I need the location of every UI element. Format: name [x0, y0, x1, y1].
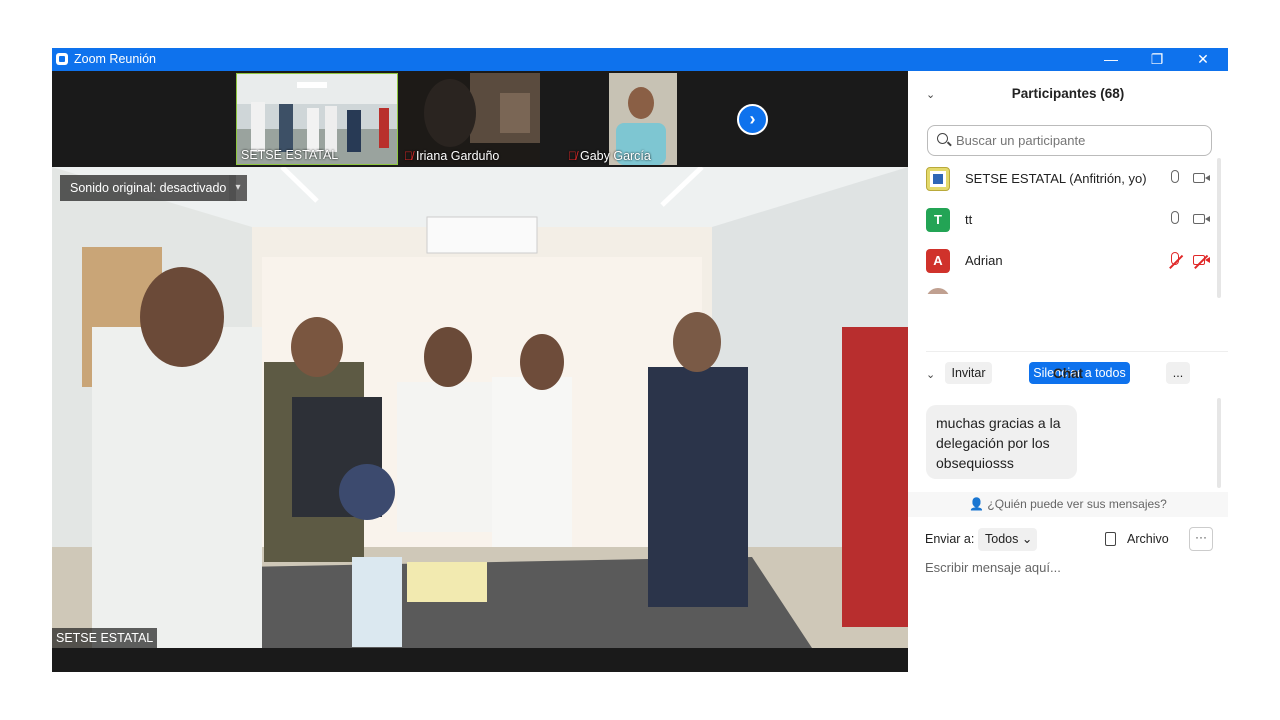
camera-icon[interactable]: [1193, 214, 1210, 224]
thumbnail-iriana[interactable]: 🎙̸ Iriana Garduño: [400, 73, 540, 165]
right-panel: ⌄ Participantes (68) SETSE ESTATAL (Anfi…: [908, 71, 1228, 672]
original-sound-badge[interactable]: Sonido original: desactivado: [60, 175, 237, 201]
participant-row[interactable]: T tt: [926, 203, 1216, 237]
muted-mic-icon: 🎙̸: [404, 149, 413, 163]
thumbnail-name: 🎙̸ Gaby García: [568, 149, 651, 163]
search-icon: [937, 133, 948, 144]
participant-row[interactable]: A Adrian: [926, 244, 1216, 278]
main-video: Sonido original: desactivado ▾ SETSE EST…: [52, 167, 908, 648]
thumbnail-strip: SETSE ESTATAL 🎙̸ Iriana Garduño 🎙̸ Gaby …: [52, 71, 908, 167]
thumbnail-gaby[interactable]: 🎙̸ Gaby García: [564, 73, 724, 165]
participant-name: Adrian: [965, 253, 1003, 268]
avatar: [926, 288, 950, 294]
avatar: [926, 167, 950, 191]
mic-icon[interactable]: [1171, 170, 1179, 183]
mic-icon[interactable]: [1171, 211, 1179, 224]
restore-button[interactable]: ❐: [1134, 48, 1180, 71]
chat-message-input[interactable]: Escribir mensaje aquí...: [925, 560, 1061, 575]
thumbnail-setse[interactable]: SETSE ESTATAL: [236, 73, 398, 165]
participant-name: tt: [965, 212, 973, 227]
participant-search[interactable]: [927, 125, 1212, 156]
send-to-dropdown[interactable]: Todos ⌄: [978, 528, 1037, 551]
main-video-feed: [52, 167, 908, 648]
camera-icon[interactable]: [1193, 173, 1210, 183]
file-button-label[interactable]: Archivo: [1127, 532, 1169, 546]
divider: [926, 351, 1228, 352]
next-page-button[interactable]: ›: [737, 104, 768, 135]
chat-more-button[interactable]: ···: [1189, 527, 1213, 551]
chevron-down-icon: ⌄: [1021, 532, 1033, 546]
thumbnail-name: 🎙̸ Iriana Garduño: [404, 149, 500, 163]
muted-mic-icon: 🎙̸: [568, 149, 577, 163]
participants-scrollbar[interactable]: [1217, 158, 1221, 298]
setse-logo-icon: [930, 171, 946, 187]
avatar: T: [926, 208, 950, 232]
chat-message: muchas gracias a la delegación por los o…: [926, 405, 1077, 479]
window-title: Zoom Reunión: [74, 52, 156, 66]
send-to-label: Enviar a:: [925, 532, 975, 546]
file-icon[interactable]: [1105, 532, 1116, 546]
title-bar: Zoom Reunión — ❐ ✕: [52, 48, 1228, 71]
active-speaker-name: SETSE ESTATAL: [52, 628, 158, 648]
close-button[interactable]: ✕: [1180, 48, 1226, 71]
original-sound-dropdown[interactable]: ▾: [229, 175, 247, 201]
participants-header: Participantes (68): [1011, 86, 1125, 101]
thumbnail-name: SETSE ESTATAL: [241, 148, 339, 162]
zoom-window: Zoom Reunión — ❐ ✕ SETSE ESTATAL 🎙̸ Iria…: [52, 48, 1228, 672]
people-icon: 👤: [969, 497, 985, 511]
avatar: A: [926, 249, 950, 273]
chat-scrollbar[interactable]: [1217, 398, 1221, 488]
video-stage: SETSE ESTATAL 🎙̸ Iriana Garduño 🎙̸ Gaby …: [52, 71, 908, 672]
who-can-see-link[interactable]: 👤 ¿Quién puede ver sus mensajes?: [908, 492, 1228, 517]
chat-header: Chat: [1053, 366, 1083, 381]
minimize-button[interactable]: —: [1088, 48, 1134, 71]
participant-row-partial: [926, 284, 1216, 294]
participant-name: SETSE ESTATAL (Anfitrión, yo): [965, 171, 1147, 186]
participant-row[interactable]: SETSE ESTATAL (Anfitrión, yo): [926, 162, 1216, 196]
zoom-app-icon: [56, 53, 68, 65]
participant-search-input[interactable]: [954, 132, 1204, 149]
